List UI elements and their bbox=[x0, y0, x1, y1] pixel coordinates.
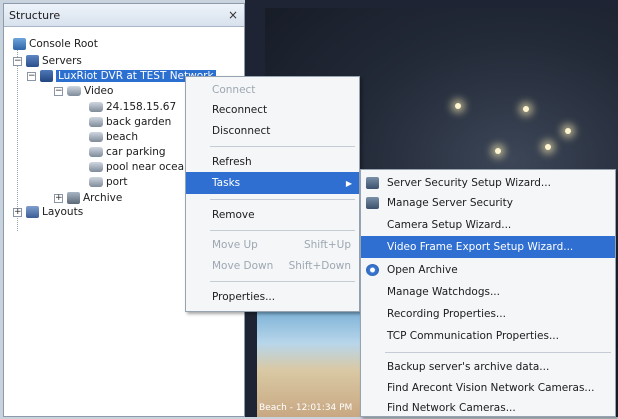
submenu-item-manage-server-security[interactable]: Manage Server Security bbox=[361, 192, 615, 214]
submenu-item-video-frame-export-wizard[interactable]: Video Frame Export Setup Wizard... bbox=[361, 236, 615, 258]
tree-node-camera[interactable]: back garden bbox=[89, 114, 171, 130]
menu-item-connect[interactable]: Connect bbox=[186, 79, 359, 101]
tree-node-camera[interactable]: beach bbox=[89, 129, 138, 145]
panel-title: Structure bbox=[9, 8, 61, 22]
menu-item-reconnect[interactable]: Reconnect bbox=[186, 99, 359, 121]
context-menu: Connect Reconnect Disconnect Refresh Tas… bbox=[185, 76, 360, 312]
camera-icon bbox=[89, 162, 103, 172]
thumbnail-caption: Beach - 12:01:34 PM bbox=[259, 403, 353, 413]
console-root-icon bbox=[13, 38, 26, 50]
tree-node-camera[interactable]: car parking bbox=[89, 144, 166, 160]
tasks-submenu: Server Security Setup Wizard... Manage S… bbox=[360, 169, 616, 417]
tree-node-camera[interactable]: pool near ocean bbox=[89, 159, 191, 175]
submenu-item-find-network-cameras[interactable]: Find Network Cameras... bbox=[361, 397, 615, 419]
tree-node-servers[interactable]: Servers bbox=[26, 53, 82, 69]
chevron-right-icon: ▶ bbox=[345, 178, 352, 188]
submenu-item-tcp-properties[interactable]: TCP Communication Properties... bbox=[361, 325, 615, 347]
tree-label: back garden bbox=[106, 116, 172, 128]
video-icon bbox=[67, 86, 81, 96]
archive-icon bbox=[67, 192, 80, 204]
menu-item-properties[interactable]: Properties... bbox=[186, 286, 359, 308]
expander-video-icon[interactable]: − bbox=[54, 87, 63, 96]
open-archive-icon bbox=[366, 264, 379, 276]
tree-node-camera[interactable]: 24.158.15.67 bbox=[89, 99, 176, 115]
tree-label: Archive bbox=[83, 192, 123, 204]
expander-layouts-icon[interactable]: + bbox=[13, 208, 22, 217]
menu-item-remove[interactable]: Remove bbox=[186, 204, 359, 226]
servers-icon bbox=[26, 55, 39, 67]
tree-label: 24.158.15.67 bbox=[106, 101, 177, 113]
server-icon bbox=[40, 70, 53, 82]
tree-label: car parking bbox=[106, 146, 166, 158]
camera-icon bbox=[89, 132, 103, 142]
close-icon[interactable]: × bbox=[228, 8, 238, 22]
menu-item-move-down[interactable]: Move Down Shift+Down bbox=[186, 255, 359, 277]
submenu-item-backup-archive[interactable]: Backup server's archive data... bbox=[361, 356, 615, 378]
menu-item-move-up[interactable]: Move Up Shift+Up bbox=[186, 234, 359, 256]
expander-server-icon[interactable]: − bbox=[27, 72, 36, 81]
submenu-item-recording-properties[interactable]: Recording Properties... bbox=[361, 303, 615, 325]
tree-node-console-root[interactable]: Console Root bbox=[13, 36, 98, 52]
tree-label: Servers bbox=[42, 55, 82, 67]
key-icon bbox=[366, 177, 379, 189]
key-icon bbox=[366, 197, 379, 209]
beach-camera-thumbnail[interactable] bbox=[257, 312, 375, 417]
expander-archive-icon[interactable]: + bbox=[54, 194, 63, 203]
tree-node-layouts[interactable]: Layouts bbox=[26, 204, 83, 220]
tree-label: Layouts bbox=[42, 206, 84, 218]
camera-icon bbox=[89, 117, 103, 127]
tree-node-video[interactable]: Video bbox=[67, 83, 113, 99]
submenu-item-find-arecont-cameras[interactable]: Find Arecont Vision Network Cameras... bbox=[361, 377, 615, 399]
tree-label: Console Root bbox=[29, 38, 98, 50]
tree-label: port bbox=[106, 176, 128, 188]
expander-servers-icon[interactable]: − bbox=[13, 57, 22, 66]
camera-icon bbox=[89, 177, 103, 187]
submenu-item-manage-watchdogs[interactable]: Manage Watchdogs... bbox=[361, 281, 615, 303]
tree-label: beach bbox=[106, 131, 138, 143]
layouts-icon bbox=[26, 206, 39, 218]
submenu-item-camera-setup-wizard[interactable]: Camera Setup Wizard... bbox=[361, 214, 615, 236]
menu-item-tasks[interactable]: Tasks ▶ bbox=[186, 172, 359, 194]
submenu-item-open-archive[interactable]: Open Archive bbox=[361, 259, 615, 281]
menu-item-disconnect[interactable]: Disconnect bbox=[186, 120, 359, 142]
menu-item-refresh[interactable]: Refresh bbox=[186, 151, 359, 173]
tree-node-camera[interactable]: port bbox=[89, 174, 128, 190]
camera-icon bbox=[89, 147, 103, 157]
tree-label: pool near ocean bbox=[106, 161, 191, 173]
camera-icon bbox=[89, 102, 103, 112]
submenu-item-server-security-wizard[interactable]: Server Security Setup Wizard... bbox=[361, 172, 615, 194]
tree-label: Video bbox=[84, 85, 114, 97]
panel-header: Structure × bbox=[4, 4, 244, 27]
